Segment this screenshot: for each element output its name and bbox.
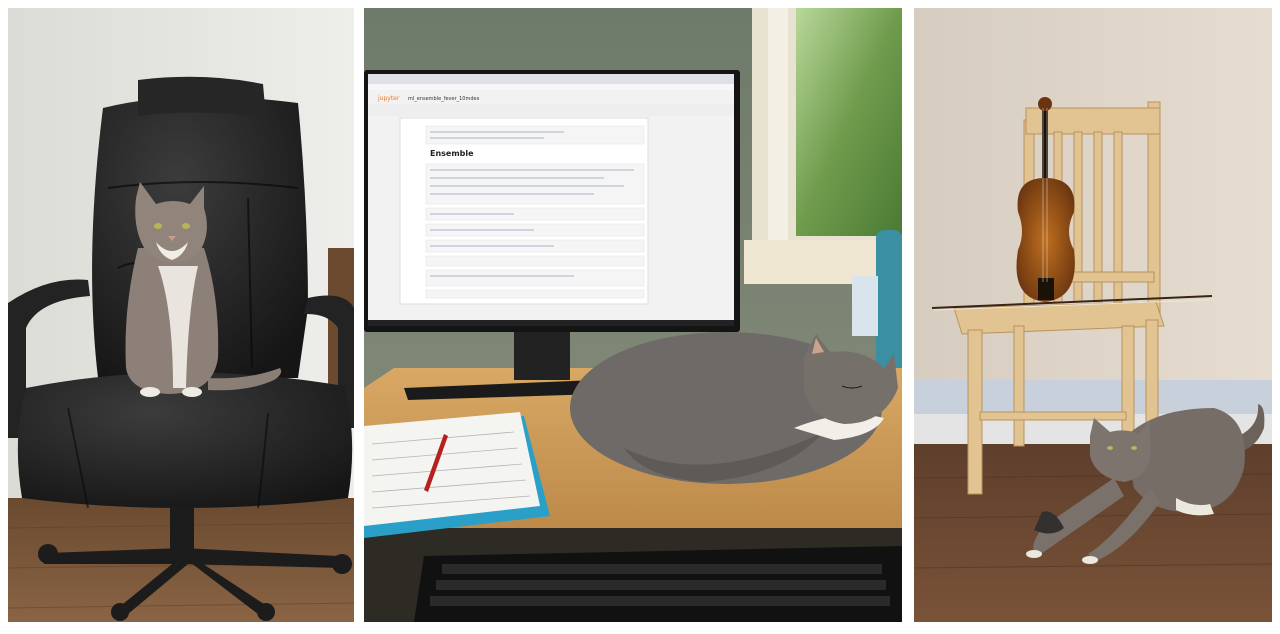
jupyter-logo: jupyter [377,95,400,102]
headrest [138,76,266,118]
office-chair-scene [8,8,354,622]
monitor: jupyter ml_ensemble_fever_10mdex Ensembl… [364,70,740,332]
violin-tailpiece [1038,278,1054,300]
photo-cat-sleeping-on-desk: jupyter ml_ensemble_fever_10mdex Ensembl… [364,8,902,622]
monitor-stand [514,332,570,380]
browser-tabs [368,74,734,84]
cat-eye-left [154,223,162,229]
desk-scene: jupyter ml_ensemble_fever_10mdex Ensembl… [364,8,902,622]
keyboard [414,546,902,622]
violin-scroll [1038,97,1052,111]
violin-chair-scene [914,8,1272,622]
notebook-on-desk [364,412,550,538]
notebook-title: ml_ensemble_fever_10mdex [408,96,480,102]
notebook-toolbar [368,104,734,116]
cat-eye-right [182,223,190,229]
photo-frame [852,276,878,336]
photo-cat-on-office-chair [8,8,354,622]
address-bar [368,84,734,90]
photo-cat-with-violin-chair [914,8,1272,622]
taskbar [368,320,734,326]
notebook-heading: Ensemble [430,149,474,158]
